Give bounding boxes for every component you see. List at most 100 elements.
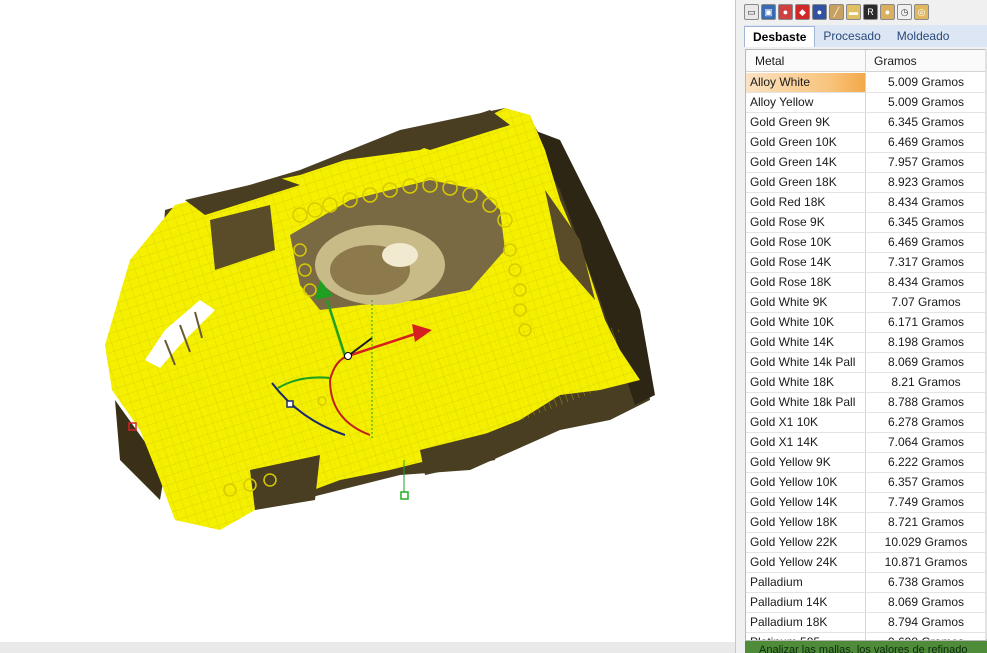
tab-desbaste[interactable]: Desbaste	[744, 26, 816, 47]
cell-metal: Gold X1 10K	[746, 413, 866, 432]
cell-grams: 7.317 Gramos	[887, 255, 965, 269]
cell-metal: Alloy White	[746, 73, 866, 92]
table-row[interactable]: Gold Green 10K 6.469 Gramos	[746, 133, 986, 153]
cell-grams: 7.749 Gramos	[887, 495, 965, 509]
table-row[interactable]: Gold Yellow 9K 6.222 Gramos	[746, 453, 986, 473]
table-row[interactable]: Palladium 6.738 Gramos	[746, 573, 986, 593]
cell-metal: Gold Green 18K	[746, 173, 866, 192]
table-row[interactable]: Gold Rose 9K 6.345 Gramos	[746, 213, 986, 233]
cell-grams: 6.469 Gramos	[887, 135, 965, 149]
table-row[interactable]: Gold Green 18K 8.923 Gramos	[746, 173, 986, 193]
table-row[interactable]: Gold Yellow 22K 10.029 Gramos	[746, 533, 986, 553]
cell-metal: Palladium 14K	[746, 593, 866, 612]
cell-grams: 5.009 Gramos	[887, 75, 965, 89]
tab-procesado[interactable]: Procesado	[815, 25, 888, 47]
cell-grams: 8.21 Gramos	[891, 375, 961, 389]
table-row[interactable]: Gold Yellow 18K 8.721 Gramos	[746, 513, 986, 533]
column-header-metal[interactable]: Metal	[746, 50, 866, 72]
metal-weight-table[interactable]: Metal Gramos Alloy White 5.009 Gramos Allo…	[745, 49, 987, 641]
viewport-icon[interactable]: ▣	[761, 4, 776, 20]
cell-metal: Gold Green 14K	[746, 153, 866, 172]
cell-grams: 10.871 Gramos	[884, 555, 968, 569]
metal-weight-panel: ▭ ▣ ● ◆ ● ╱ ▬ R ● ◷ ◎ Desbaste Procesado Moldeado Me…	[735, 0, 987, 653]
viewport-3d[interactable]	[0, 0, 735, 653]
cell-metal: Gold X1 14K	[746, 433, 866, 452]
cell-metal: Gold Red 18K	[746, 193, 866, 212]
table-row[interactable]: Gold White 10K 6.171 Gramos	[746, 313, 986, 333]
rs-logo-icon[interactable]: R	[863, 4, 878, 20]
cell-metal: Gold White 9K	[746, 293, 866, 312]
table-row[interactable]: Gold Yellow 10K 6.357 Gramos	[746, 473, 986, 493]
table-row[interactable]: Palladium 18K 8.794 Gramos	[746, 613, 986, 633]
cell-grams: 6.222 Gramos	[887, 455, 965, 469]
table-row[interactable]: Gold Green 14K 7.957 Gramos	[746, 153, 986, 173]
table-row[interactable]: Gold Rose 14K 7.317 Gramos	[746, 253, 986, 273]
cell-metal: Gold Green 9K	[746, 113, 866, 132]
cell-metal: Gold Yellow 14K	[746, 493, 866, 512]
cell-metal: Gold Yellow 18K	[746, 513, 866, 532]
table-row[interactable]: Gold X1 10K 6.278 Gramos	[746, 413, 986, 433]
cell-metal: Gold Yellow 9K	[746, 453, 866, 472]
cell-metal: Gold Rose 14K	[746, 253, 866, 272]
cell-metal: Gold Rose 9K	[746, 213, 866, 232]
cell-grams: 7.07 Gramos	[891, 295, 961, 309]
cell-metal: Gold White 14K	[746, 333, 866, 352]
table-row[interactable]: Gold Yellow 24K 10.871 Gramos	[746, 553, 986, 573]
control-point-green[interactable]	[400, 491, 409, 500]
cell-grams: 7.064 Gramos	[887, 435, 965, 449]
cell-metal: Gold White 18k Pall	[746, 393, 866, 412]
ring-wireframe-model[interactable]	[0, 0, 735, 653]
status-message: Analizar las mallas, los valores de refi…	[759, 644, 968, 653]
table-body: Alloy White 5.009 Gramos Alloy Yellow 5.009…	[746, 73, 986, 640]
cell-grams: 8.069 Gramos	[887, 595, 965, 609]
cell-grams: 10.029 Gramos	[884, 535, 968, 549]
cell-grams: 8.434 Gramos	[887, 195, 965, 209]
cell-metal: Gold White 18K	[746, 373, 866, 392]
table-row[interactable]: Gold White 18K 8.21 Gramos	[746, 373, 986, 393]
table-row[interactable]: Gold Rose 10K 6.469 Gramos	[746, 233, 986, 253]
gold-ball-icon[interactable]: ●	[880, 4, 895, 20]
cell-metal: Gold White 14k Pall	[746, 353, 866, 372]
cell-grams: 6.345 Gramos	[887, 115, 965, 129]
table-row[interactable]: Gold Yellow 14K 7.749 Gramos	[746, 493, 986, 513]
table-row[interactable]: Platinum 5859.698 Gramos	[746, 633, 986, 640]
clock-icon[interactable]: ◷	[897, 4, 912, 20]
table-row[interactable]: Alloy Yellow 5.009 Gramos	[746, 93, 986, 113]
table-row[interactable]: Alloy White 5.009 Gramos	[746, 73, 986, 93]
table-row[interactable]: Gold White 9K 7.07 Gramos	[746, 293, 986, 313]
cell-metal: Gold Yellow 22K	[746, 533, 866, 552]
column-header-grams[interactable]: Gramos	[866, 50, 986, 72]
cell-grams: 8.794 Gramos	[887, 615, 965, 629]
table-row[interactable]: Gold Green 9K 6.345 Gramos	[746, 113, 986, 133]
table-row[interactable]: Gold Rose 18K 8.434 Gramos	[746, 273, 986, 293]
cell-metal: Alloy Yellow	[746, 93, 866, 112]
cell-metal: Gold Yellow 24K	[746, 553, 866, 572]
cell-metal: Gold Rose 10K	[746, 233, 866, 252]
cell-grams: 8.923 Gramos	[887, 175, 965, 189]
folder-icon[interactable]: ▬	[846, 4, 861, 20]
cell-grams: 6.345 Gramos	[887, 215, 965, 229]
cell-metal: Gold Yellow 10K	[746, 473, 866, 492]
cell-grams: 9.698 Gramos	[866, 633, 986, 640]
cell-grams: 8.198 Gramos	[887, 335, 965, 349]
table-row[interactable]: Gold X1 14K 7.064 Gramos	[746, 433, 986, 453]
cell-grams: 5.009 Gramos	[887, 95, 965, 109]
ring-icon[interactable]: ◎	[914, 4, 929, 20]
table-row[interactable]: Gold White 14K 8.198 Gramos	[746, 333, 986, 353]
panel-tabs: Desbaste Procesado Moldeado	[744, 25, 987, 47]
sphere-icon[interactable]: ●	[812, 4, 827, 20]
color-wheel-icon[interactable]: ●	[778, 4, 793, 20]
table-row[interactable]: Gold White 18k Pall 8.788 Gramos	[746, 393, 986, 413]
plugin-toolbar: ▭ ▣ ● ◆ ● ╱ ▬ R ● ◷ ◎	[744, 4, 929, 24]
status-bar: Analizar las mallas, los valores de refi…	[745, 641, 987, 653]
window-icon[interactable]: ▭	[744, 4, 759, 20]
cell-metal: Gold Rose 18K	[746, 273, 866, 292]
table-row[interactable]: Gold White 14k Pall 8.069 Gramos	[746, 353, 986, 373]
tab-moldeado[interactable]: Moldeado	[889, 25, 958, 47]
pencil-icon[interactable]: ╱	[829, 4, 844, 20]
table-row[interactable]: Gold Red 18K 8.434 Gramos	[746, 193, 986, 213]
shield-icon[interactable]: ◆	[795, 4, 810, 20]
cell-grams: 7.957 Gramos	[887, 155, 965, 169]
table-row[interactable]: Palladium 14K 8.069 Gramos	[746, 593, 986, 613]
cell-grams: 6.469 Gramos	[887, 235, 965, 249]
